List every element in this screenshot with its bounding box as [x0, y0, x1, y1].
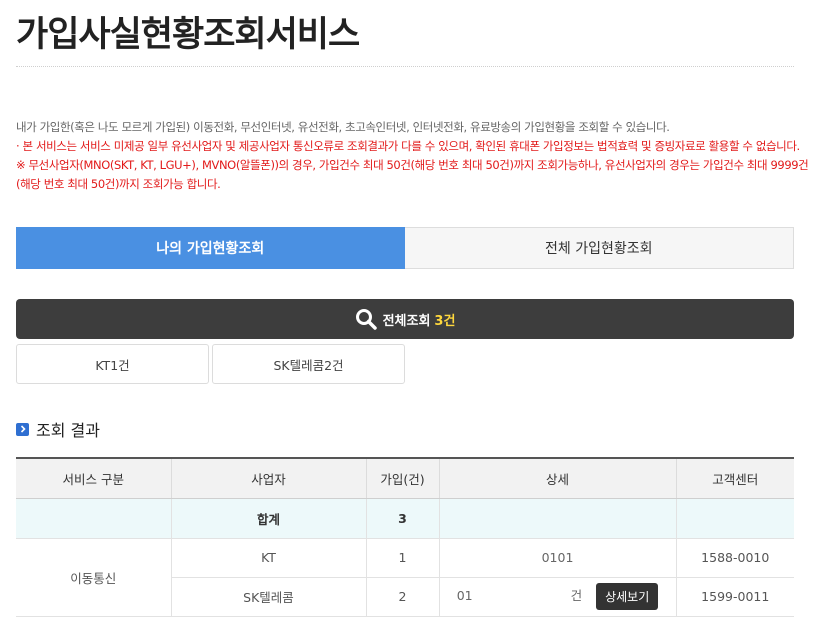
sum-label: 합계	[170, 498, 366, 539]
detail-cell: 0101	[438, 538, 676, 578]
description-line-4: (해당 번호 최대 50건)까지 조회가능 합니다.	[16, 177, 221, 191]
description-line-3: ※ 무선사업자(MNO(SKT, KT, LGU+), MVNO(알뜰폰))의 …	[16, 158, 809, 172]
search-icon	[355, 309, 377, 330]
header-customer-center: 고객센터	[675, 457, 794, 499]
result-table: 서비스 구분 사업자 가입(건) 상세 고객센터 합계 3 이동통신 KT 1 …	[16, 457, 794, 617]
view-tabs: 나의 가입현황조회 전체 가입현황조회	[16, 227, 794, 269]
header-carrier: 사업자	[170, 457, 366, 499]
tab-my-subscriptions[interactable]: 나의 가입현황조회	[16, 227, 405, 269]
header-count: 가입(건)	[365, 457, 439, 499]
total-count: 3건	[434, 313, 456, 329]
count-cell: 1	[365, 538, 439, 578]
page-title: 가입사실현황조회서비스	[16, 15, 360, 55]
masked-number-prefix: 01	[456, 588, 473, 603]
count-cell: 2	[365, 577, 439, 617]
table-sum-row: 합계 3	[16, 498, 794, 539]
carrier-cell: KT	[170, 538, 366, 578]
header-detail: 상세	[438, 457, 676, 499]
carrier-filters: KT1건 SK텔레콤2건	[16, 344, 405, 384]
service-type-cell: 이동통신	[16, 538, 171, 617]
header-service-type: 서비스 구분	[16, 457, 171, 499]
sum-count: 3	[365, 498, 439, 539]
title-divider	[16, 66, 794, 67]
service-description: 내가 가입한(혹은 나도 모르게 가입된) 이동전화, 무선인터넷, 유선전화,…	[16, 118, 809, 194]
description-line-2: · 본 서비스는 서비스 미제공 일부 유선사업자 및 제공사업자 통신오류로 …	[16, 139, 800, 153]
chevron-right-icon	[16, 422, 29, 436]
filter-skt-button[interactable]: SK텔레콤2건	[212, 344, 405, 384]
section-title-label: 조회 결과	[36, 421, 100, 440]
total-search-label: 전체조회	[382, 313, 431, 329]
customer-center-cell: 1599-0011	[675, 577, 794, 617]
description-line-1: 내가 가입한(혹은 나도 모르게 가입된) 이동전화, 무선인터넷, 유선전화,…	[16, 120, 670, 134]
masked-number: 0101	[541, 550, 574, 565]
table-header-row: 서비스 구분 사업자 가입(건) 상세 고객센터	[16, 457, 794, 499]
masked-number-suffix: 건	[570, 588, 583, 603]
detail-cell: 01 건 상세보기	[438, 577, 676, 617]
section-title: 조회 결과	[16, 417, 100, 441]
tab-all-subscriptions[interactable]: 전체 가입현황조회	[404, 227, 794, 269]
filter-kt-button[interactable]: KT1건	[16, 344, 209, 384]
carrier-cell: SK텔레콤	[170, 577, 366, 617]
table-row: 이동통신 KT 1 0101 1588-0010	[16, 538, 794, 617]
view-detail-button[interactable]: 상세보기	[596, 583, 659, 610]
customer-center-cell: 1588-0010	[675, 538, 794, 578]
total-search-button[interactable]: 전체조회 3건	[16, 299, 794, 339]
